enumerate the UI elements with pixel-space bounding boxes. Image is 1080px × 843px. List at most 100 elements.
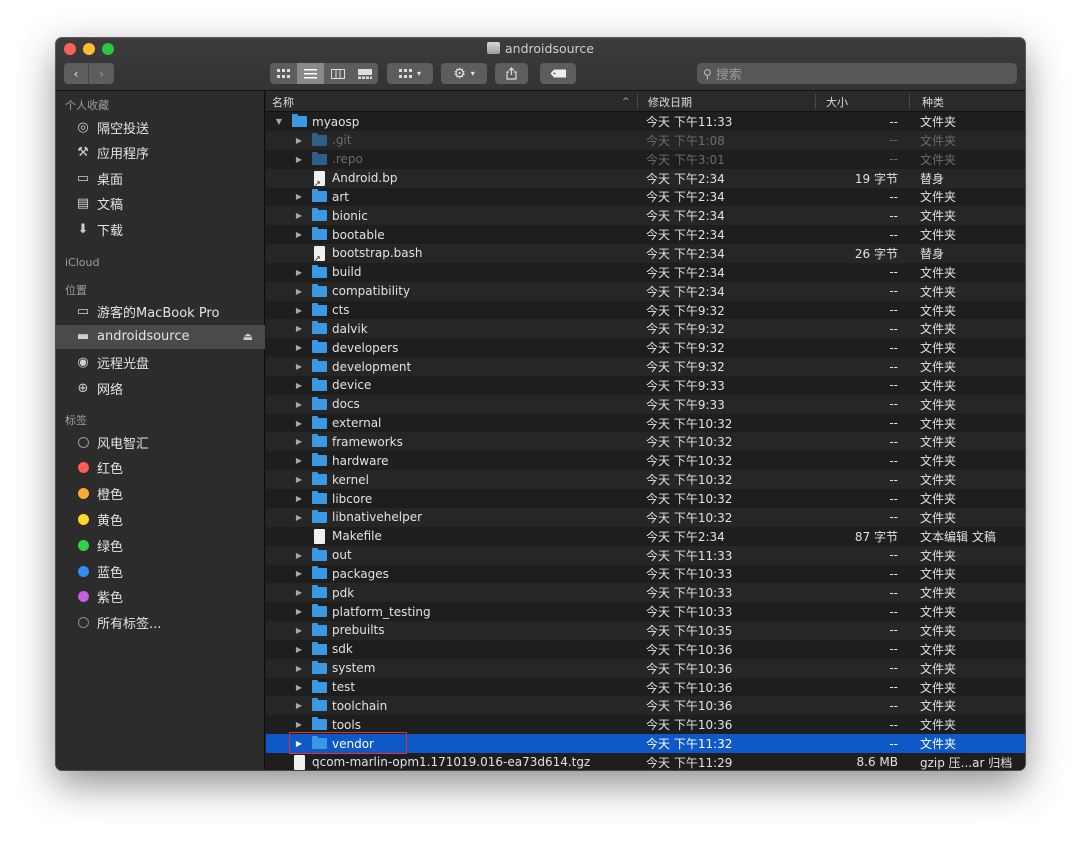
disclosure-collapsed-icon[interactable]: ▶ [294,206,304,225]
highlight-annotation-box [289,732,407,755]
file-date: 今天 下午3:01 [646,152,725,167]
size-column-header[interactable]: 大小 [826,91,848,112]
disclosure-collapsed-icon[interactable]: ▶ [294,376,304,395]
file-row[interactable]: ▶ bionic 今天 下午2:34 -- 文件夹 [266,206,1025,226]
file-row[interactable]: ▶ developers 今天 下午9:32 -- 文件夹 [266,338,1025,357]
disclosure-collapsed-icon[interactable]: ▶ [294,659,304,678]
file-row[interactable]: ▶ external 今天 下午10:32 -- 文件夹 [266,414,1025,433]
disclosure-collapsed-icon[interactable]: ▶ [294,150,304,169]
disclosure-collapsed-icon[interactable]: ▶ [294,621,304,640]
action-button[interactable]: ⚙ ▾ [441,63,487,84]
kind-column-header[interactable]: 种类 [922,91,944,112]
sidebar-item-desktop[interactable]: ▭ 桌面 [56,166,265,190]
sidebar-item-label: 远程光盘 [97,357,150,373]
disclosure-collapsed-icon[interactable]: ▶ [294,432,304,451]
file-row[interactable]: ▶ kernel 今天 下午10:32 -- 文件夹 [266,470,1025,490]
file-row[interactable]: Android.bp 今天 下午2:34 19 字节 替身 [266,168,1025,188]
date-column-header[interactable]: 修改日期 [648,91,692,112]
sidebar-tag-item[interactable]: 红色 [56,456,265,480]
sidebar-tag-item[interactable]: 紫色 [56,585,265,609]
disclosure-collapsed-icon[interactable]: ▶ [294,640,304,659]
icon-view-button[interactable] [270,63,297,84]
file-row[interactable]: Makefile 今天 下午2:34 87 字节 文本编辑 文稿 [266,527,1025,546]
share-button[interactable] [495,63,528,84]
disclosure-collapsed-icon[interactable]: ▶ [294,263,304,282]
disclosure-collapsed-icon[interactable]: ▶ [294,301,304,320]
file-row[interactable]: ▶ out 今天 下午11:33 -- 文件夹 [266,545,1025,565]
disclosure-collapsed-icon[interactable]: ▶ [294,583,304,602]
file-row[interactable]: ▶ sdk 今天 下午10:36 -- 文件夹 [266,640,1025,659]
sidebar-item-disk[interactable]: ▬ androidsource ⏏ [56,324,265,349]
sidebar-tag-item[interactable]: 橙色 [56,482,265,506]
sidebar-item-documents[interactable]: ▤ 文稿 [56,192,265,216]
file-size: -- [889,189,898,204]
disclosure-collapsed-icon[interactable]: ▶ [294,395,304,414]
disclosure-collapsed-icon[interactable]: ▶ [294,489,304,508]
disclosure-collapsed-icon[interactable]: ▶ [294,338,304,357]
disclosure-expanded-icon[interactable]: ▼ [274,112,284,131]
file-row[interactable]: ▶ bootable 今天 下午2:34 -- 文件夹 [266,225,1025,244]
sidebar-item-network[interactable]: ⊕ 网络 [56,376,265,400]
file-row[interactable]: ▶ device 今天 下午9:33 -- 文件夹 [266,376,1025,395]
file-row[interactable]: bootstrap.bash 今天 下午2:34 26 字节 替身 [266,243,1025,263]
name-column-header[interactable]: 名称 [272,91,294,112]
sidebar-tag-item[interactable]: 黄色 [56,507,265,531]
sidebar-item-airdrop[interactable]: ◎ 隔空投送 [56,115,265,139]
file-row[interactable]: ▶ .repo 今天 下午3:01 -- 文件夹 [266,150,1025,169]
file-row[interactable]: ▶ build 今天 下午2:34 -- 文件夹 [266,263,1025,282]
disclosure-collapsed-icon[interactable]: ▶ [294,696,304,715]
disclosure-collapsed-icon[interactable]: ▶ [294,470,304,489]
file-row[interactable]: ▶ packages 今天 下午10:33 -- 文件夹 [266,564,1025,583]
file-row[interactable]: ▶ prebuilts 今天 下午10:35 -- 文件夹 [266,620,1025,640]
file-row[interactable]: ▶ art 今天 下午2:34 -- 文件夹 [266,187,1025,206]
disclosure-collapsed-icon[interactable]: ▶ [294,508,304,527]
file-row[interactable]: ▼ myaosp 今天 下午11:33 -- 文件夹 [266,112,1025,131]
list-view-button[interactable] [297,63,324,84]
file-row[interactable]: ▶ libcore 今天 下午10:32 -- 文件夹 [266,489,1025,508]
file-row[interactable]: ▶ docs 今天 下午9:33 -- 文件夹 [266,394,1025,414]
disclosure-collapsed-icon[interactable]: ▶ [294,225,304,244]
sidebar-item-disc[interactable]: ◉ 远程光盘 [56,351,265,375]
back-button[interactable]: ‹ [64,63,89,84]
column-view-button[interactable] [324,63,351,84]
sidebar-tag-item[interactable]: 风电智汇 [56,430,265,454]
search-field[interactable]: ⚲ 搜索 [697,63,1017,84]
disclosure-collapsed-icon[interactable]: ▶ [294,602,304,621]
disclosure-collapsed-icon[interactable]: ▶ [294,678,304,697]
disclosure-collapsed-icon[interactable]: ▶ [294,187,304,206]
file-row[interactable]: ▶ cts 今天 下午9:32 -- 文件夹 [266,301,1025,320]
disclosure-collapsed-icon[interactable]: ▶ [294,282,304,301]
file-row[interactable]: ▶ libnativehelper 今天 下午10:32 -- 文件夹 [266,507,1025,527]
file-row[interactable]: ▶ compatibility 今天 下午2:34 -- 文件夹 [266,281,1025,301]
sidebar-tag-item[interactable]: 绿色 [56,533,265,557]
disclosure-collapsed-icon[interactable]: ▶ [294,546,304,565]
file-row[interactable]: ▶ hardware 今天 下午10:32 -- 文件夹 [266,451,1025,470]
disclosure-collapsed-icon[interactable]: ▶ [294,451,304,470]
file-row[interactable]: ▶ toolchain 今天 下午10:36 -- 文件夹 [266,696,1025,716]
disclosure-collapsed-icon[interactable]: ▶ [294,357,304,376]
disclosure-collapsed-icon[interactable]: ▶ [294,319,304,338]
file-row[interactable]: ▶ dalvik 今天 下午9:32 -- 文件夹 [266,319,1025,339]
forward-button[interactable]: › [89,63,114,84]
file-row[interactable]: ▶ .git 今天 下午1:08 -- 文件夹 [266,130,1025,150]
tag-button[interactable] [540,63,576,84]
sidebar-item-laptop[interactable]: ▭ 游客的MacBook Pro [56,299,265,323]
file-row[interactable]: ▶ system 今天 下午10:36 -- 文件夹 [266,658,1025,678]
disclosure-collapsed-icon[interactable]: ▶ [294,564,304,583]
file-row[interactable]: ▶ frameworks 今天 下午10:32 -- 文件夹 [266,432,1025,452]
file-row[interactable]: qcom-marlin-opm1.171019.016-ea73d614.tgz… [266,753,1025,770]
file-row[interactable]: ▶ pdk 今天 下午10:33 -- 文件夹 [266,583,1025,603]
gallery-view-button[interactable] [351,63,378,84]
disclosure-collapsed-icon[interactable]: ▶ [294,131,304,150]
sidebar-tag-item[interactable]: 蓝色 [56,559,265,583]
sidebar-item-applications[interactable]: ⚒ 应用程序 [56,141,265,165]
file-size: -- [889,303,898,317]
disclosure-collapsed-icon[interactable]: ▶ [294,414,304,433]
file-row[interactable]: ▶ platform_testing 今天 下午10:33 -- 文件夹 [266,602,1025,621]
file-row[interactable]: ▶ development 今天 下午9:32 -- 文件夹 [266,357,1025,377]
sidebar-item-downloads[interactable]: ⬇ 下载 [56,217,265,241]
group-button[interactable]: ▾ [387,63,433,84]
eject-icon[interactable]: ⏏ [243,330,253,343]
file-row[interactable]: ▶ test 今天 下午10:36 -- 文件夹 [266,678,1025,697]
sidebar-tag-item[interactable]: 所有标签... [56,611,265,635]
